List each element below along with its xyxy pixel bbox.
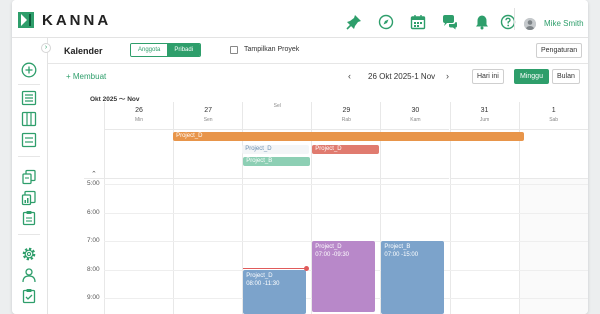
sidebar-divider	[18, 84, 40, 85]
kanna-logo-icon[interactable]	[18, 12, 34, 28]
checklist-icon[interactable]	[21, 288, 37, 304]
day-header[interactable]: 29 Rab	[311, 102, 381, 130]
current-time-line	[243, 268, 308, 270]
allday-cell[interactable]	[104, 130, 174, 179]
day-column-divider	[449, 179, 451, 314]
event-card[interactable]: Project_D 07:00 -09:30	[312, 241, 376, 313]
time-label: 5:00	[87, 180, 100, 187]
day-number: 27	[204, 107, 213, 114]
list-icon[interactable]	[21, 90, 37, 106]
sidebar: ›	[12, 38, 51, 314]
weekday-label: Kam	[410, 117, 421, 123]
prev-week-button[interactable]: ‹	[348, 71, 351, 81]
brand-name: KANNA	[42, 12, 112, 29]
event-card[interactable]: Project_B 07:00 -15:00	[381, 241, 445, 314]
avatar[interactable]	[524, 18, 536, 30]
header-divider	[514, 8, 515, 30]
hour-line	[104, 212, 588, 214]
show-projects-checkbox[interactable]	[230, 46, 238, 54]
calendar-icon[interactable]	[410, 14, 426, 30]
show-projects-label[interactable]: Tampilkan Proyek	[244, 46, 299, 53]
chart-icon[interactable]	[21, 190, 37, 206]
day-header[interactable]: 27 Sen	[173, 102, 243, 130]
day-header[interactable]: 31 Jum	[449, 102, 519, 130]
chat-icon[interactable]	[442, 14, 458, 30]
weekday-label: Sen	[203, 117, 213, 123]
settings-button[interactable]: Pengaturan	[536, 43, 583, 58]
compass-icon[interactable]	[378, 14, 394, 30]
settings-icon[interactable]	[21, 246, 37, 262]
day-number: 29	[342, 107, 351, 114]
hour-line	[104, 184, 588, 185]
day-header[interactable]: 26 Min	[104, 102, 174, 130]
time-label: 8:00	[87, 265, 100, 273]
tab-personal[interactable]: Pribadi	[167, 44, 201, 56]
event-time: 07:00 -15:00	[384, 252, 419, 258]
date-range-label: 26 Okt 2025-1 Nov	[368, 72, 436, 81]
weekday-label: Rab	[341, 117, 351, 123]
next-week-button[interactable]: ›	[446, 71, 449, 81]
add-circle-icon[interactable]	[21, 62, 37, 78]
clipboard-icon[interactable]	[21, 210, 37, 226]
allday-event-bar[interactable]: Project_D	[312, 145, 380, 154]
columns-icon[interactable]	[21, 111, 37, 127]
top-bar: KANNA Mike Smith	[12, 0, 588, 38]
day-number: 26	[135, 107, 143, 114]
weekday-label: Min	[135, 117, 144, 123]
weekend-column	[518, 179, 588, 314]
event-title: Project_D	[246, 272, 273, 279]
day-column-divider	[104, 179, 105, 314]
page-title: Kalender	[64, 46, 103, 56]
time-label: 9:00	[87, 294, 100, 301]
week-calendar-grid: Okt 2025 ～ Nov ⌃ 26Min27Sen28Sel29Rab30K…	[84, 90, 588, 314]
bell-icon[interactable]	[474, 14, 490, 30]
day-column-divider	[518, 179, 520, 314]
event-time: 07:00 -09:30	[315, 252, 349, 258]
time-label: 7:00	[87, 237, 100, 244]
user-icon[interactable]	[21, 267, 37, 283]
day-number: 31	[480, 107, 489, 114]
week-view-button[interactable]: Minggu	[514, 69, 549, 84]
documents-icon[interactable]	[21, 169, 37, 185]
tab-member[interactable]: Anggota	[131, 44, 168, 56]
event-time: 08:00 -11:30	[246, 280, 280, 287]
allday-event-bar[interactable]: Project_D	[173, 132, 524, 141]
pin-icon[interactable]	[346, 14, 362, 30]
month-view-button[interactable]: Bulan	[552, 69, 580, 84]
day-header[interactable]: 28Sel	[242, 102, 312, 130]
allday-cell[interactable]	[518, 130, 588, 179]
allday-event-bar[interactable]: Project_D	[242, 145, 310, 154]
create-button[interactable]: + Membuat	[66, 72, 106, 81]
day-number: 30	[411, 107, 420, 114]
today-button[interactable]: Hari ini	[472, 69, 504, 84]
view-scope-toggle: Anggota Pribadi	[130, 43, 202, 57]
user-name-link[interactable]: Mike Smith	[544, 19, 584, 28]
day-header[interactable]: 1 Sab	[518, 102, 588, 130]
event-title: Project_D	[315, 244, 342, 250]
event-title: Project_B	[384, 244, 411, 250]
sidebar-divider	[18, 234, 40, 235]
calendar-toolbar: + Membuat ‹ 26 Okt 2025-1 Nov › Hari ini…	[48, 64, 588, 90]
app-window: KANNA Mike Smith › Kalender Anggota Prib…	[12, 0, 588, 314]
weekday-label: Sab	[549, 117, 559, 123]
page-header: Kalender Anggota Pribadi Tampilkan Proye…	[48, 38, 588, 64]
weekday-label: Jum	[479, 117, 490, 123]
collapse-allday-button[interactable]: ⌃	[91, 170, 97, 178]
day-column-divider	[173, 179, 175, 314]
folder-icon[interactable]	[21, 132, 37, 148]
weekday-label: Sel	[273, 103, 281, 109]
event-card[interactable]: Project_D 08:00 -11:30	[243, 269, 307, 314]
day-header[interactable]: 30 Kam	[380, 102, 450, 130]
time-label: 6:00	[87, 208, 100, 216]
day-number: 1	[551, 107, 556, 114]
sidebar-divider	[18, 156, 40, 157]
allday-event-bar[interactable]: Project_B	[243, 157, 311, 166]
